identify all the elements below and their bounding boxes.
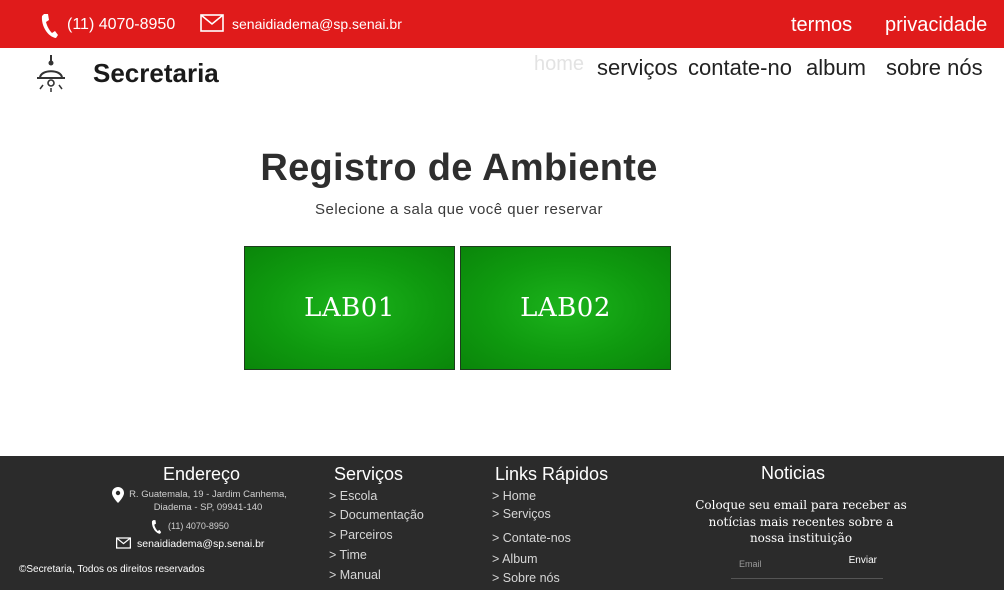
footer-quick-link[interactable]: > Album (492, 552, 538, 566)
nav-about[interactable]: sobre nós (886, 55, 983, 81)
footer-address-line1: R. Guatemala, 19 - Jardim Canhema, (129, 489, 287, 500)
footer-address-line2: Diadema - SP, 09941-140 (153, 502, 263, 513)
footer-service-item[interactable]: > Manual (329, 568, 381, 582)
nav-contact[interactable]: contate-no (688, 55, 792, 81)
mail-icon (116, 537, 131, 549)
lamp-icon[interactable] (34, 54, 68, 94)
topbar-phone: (11) 4070-8950 (67, 16, 176, 33)
lab01-button[interactable]: LAB01 (244, 246, 455, 370)
copyright: ©Secretaria, Todos os direitos reservado… (19, 564, 205, 575)
lab02-button[interactable]: LAB02 (460, 246, 671, 370)
page-subtitle: Selecione a sala que você quer reservar (315, 201, 603, 218)
footer-quick-link[interactable]: > Contate-nos (492, 531, 571, 545)
page-title: Registro de Ambiente (260, 147, 658, 189)
footer-phone: (11) 4070-8950 (168, 521, 229, 531)
phone-icon (150, 519, 162, 535)
footer-email[interactable]: senaidiadema@sp.senai.br (137, 538, 264, 551)
privacy-link[interactable]: privacidade (885, 14, 987, 37)
news-description: Coloque seu email para receber as notíci… (695, 498, 907, 545)
footer-quick-link[interactable]: > Sobre nós (492, 571, 560, 585)
footer-news-heading: Noticias (761, 463, 826, 483)
brand-name[interactable]: Secretaria (93, 58, 219, 89)
nav-services[interactable]: serviços (597, 55, 678, 81)
terms-link[interactable]: termos (791, 14, 852, 37)
footer-quick-link[interactable]: > Serviços (492, 507, 551, 521)
footer-address-heading: Endereço (163, 464, 241, 484)
newsletter-submit-button[interactable]: Enviar (849, 555, 877, 566)
footer-service-item[interactable]: > Escola (329, 489, 377, 503)
footer-service-item[interactable]: > Parceiros (329, 528, 393, 542)
footer-services-heading: Serviços (334, 464, 404, 484)
phone-icon (39, 12, 59, 40)
topbar-email: senaidiadema@sp.senai.br (232, 16, 402, 32)
nav-home[interactable]: home (534, 53, 584, 76)
footer-service-item[interactable]: > Time (329, 548, 367, 562)
top-bar: (11) 4070-8950 senaidiadema@sp.senai.br … (0, 0, 1004, 48)
footer-service-item[interactable]: > Documentação (329, 508, 424, 522)
footer-quick-links-heading: Links Rápidos (495, 464, 609, 484)
mail-icon (200, 14, 224, 32)
location-pin-icon (112, 487, 124, 503)
footer-address: R. Guatemala, 19 - Jardim Canhema, Diade… (126, 488, 290, 514)
newsletter-form: Enviar (731, 549, 883, 579)
footer-quick-link[interactable]: > Home (492, 489, 536, 503)
nav-album[interactable]: album (806, 55, 866, 81)
newsletter-email-input[interactable] (739, 557, 829, 571)
